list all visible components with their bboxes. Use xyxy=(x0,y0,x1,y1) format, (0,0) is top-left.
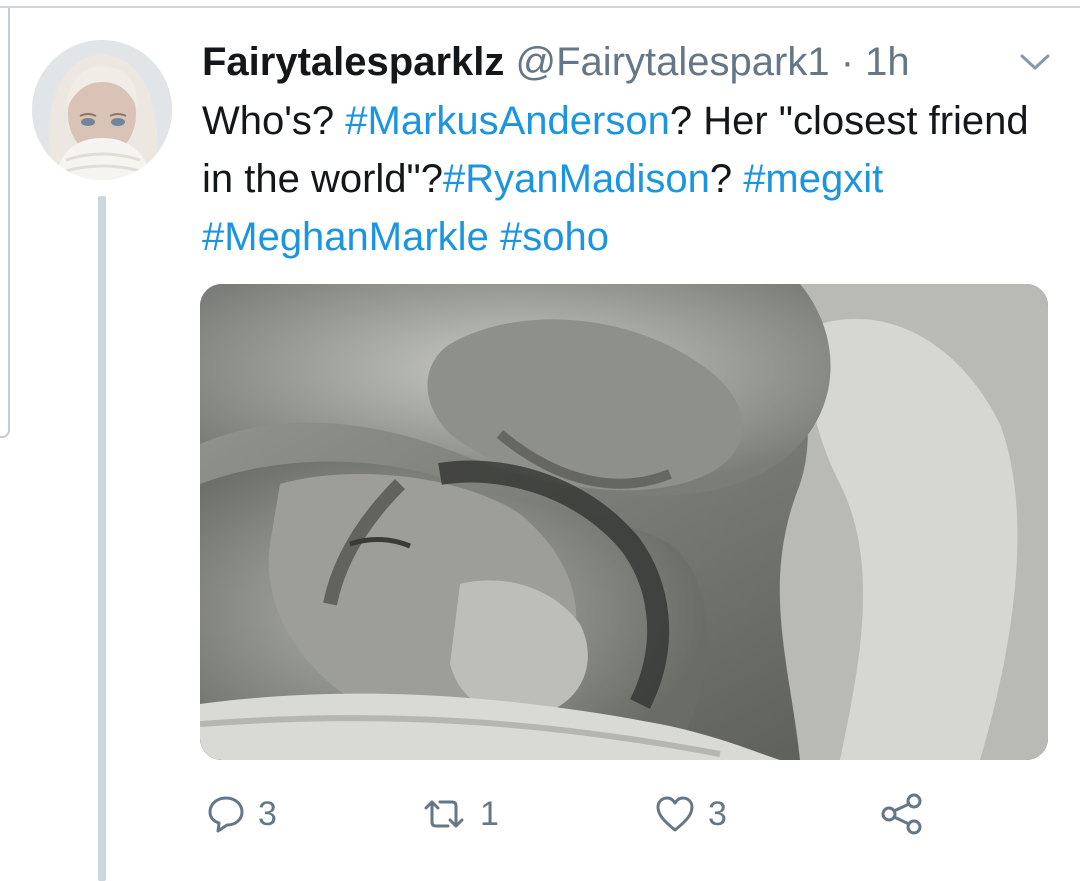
hashtag-link[interactable]: #MarkusAnderson xyxy=(345,99,670,143)
reply-icon xyxy=(208,796,244,833)
like-action[interactable]: 3 xyxy=(654,790,727,838)
hashtag-link[interactable]: #RyanMadison xyxy=(443,157,710,201)
share-icon xyxy=(881,793,922,835)
thread-line xyxy=(98,196,106,881)
reply-action[interactable]: 3 xyxy=(206,790,277,838)
tweet-actions: 3 1 3 xyxy=(200,790,1060,838)
separator-dot: · xyxy=(840,40,855,84)
like-count: 3 xyxy=(708,794,727,833)
share-action[interactable] xyxy=(880,790,924,838)
avatar[interactable] xyxy=(32,40,172,180)
heart-icon xyxy=(656,796,694,832)
tweet-text-fragment: Who's? xyxy=(202,99,346,143)
tweet-media[interactable] xyxy=(200,284,1048,760)
tweet-header: Fairytalesparklz @Fairytalespark1 · 1h xyxy=(202,36,1002,88)
quoted-card-edge xyxy=(0,8,10,438)
hashtag-link[interactable]: #megxit xyxy=(743,157,883,201)
tweet-photo xyxy=(200,284,1048,760)
hashtag-link[interactable]: #soho xyxy=(500,215,609,259)
tweet-text: Who's? #MarkusAnderson? Her "closest fri… xyxy=(202,92,1062,266)
reply-count: 3 xyxy=(258,794,277,833)
display-name[interactable]: Fairytalesparklz xyxy=(202,40,504,84)
divider xyxy=(0,6,1080,8)
timestamp[interactable]: 1h xyxy=(865,40,910,84)
retweet-icon xyxy=(424,800,464,828)
tweet-text-fragment: ? xyxy=(709,157,744,201)
chevron-down-icon[interactable] xyxy=(1018,50,1052,74)
retweet-count: 1 xyxy=(480,794,499,833)
user-handle[interactable]: @Fairytalespark1 xyxy=(516,40,830,84)
tweet-text-fragment xyxy=(489,215,500,259)
retweet-action[interactable]: 1 xyxy=(420,790,499,838)
hashtag-link[interactable]: #MeghanMarkle xyxy=(202,215,489,259)
tweet-container: Fairytalesparklz @Fairytalespark1 · 1h W… xyxy=(0,0,1080,881)
avatar-image xyxy=(32,40,172,180)
